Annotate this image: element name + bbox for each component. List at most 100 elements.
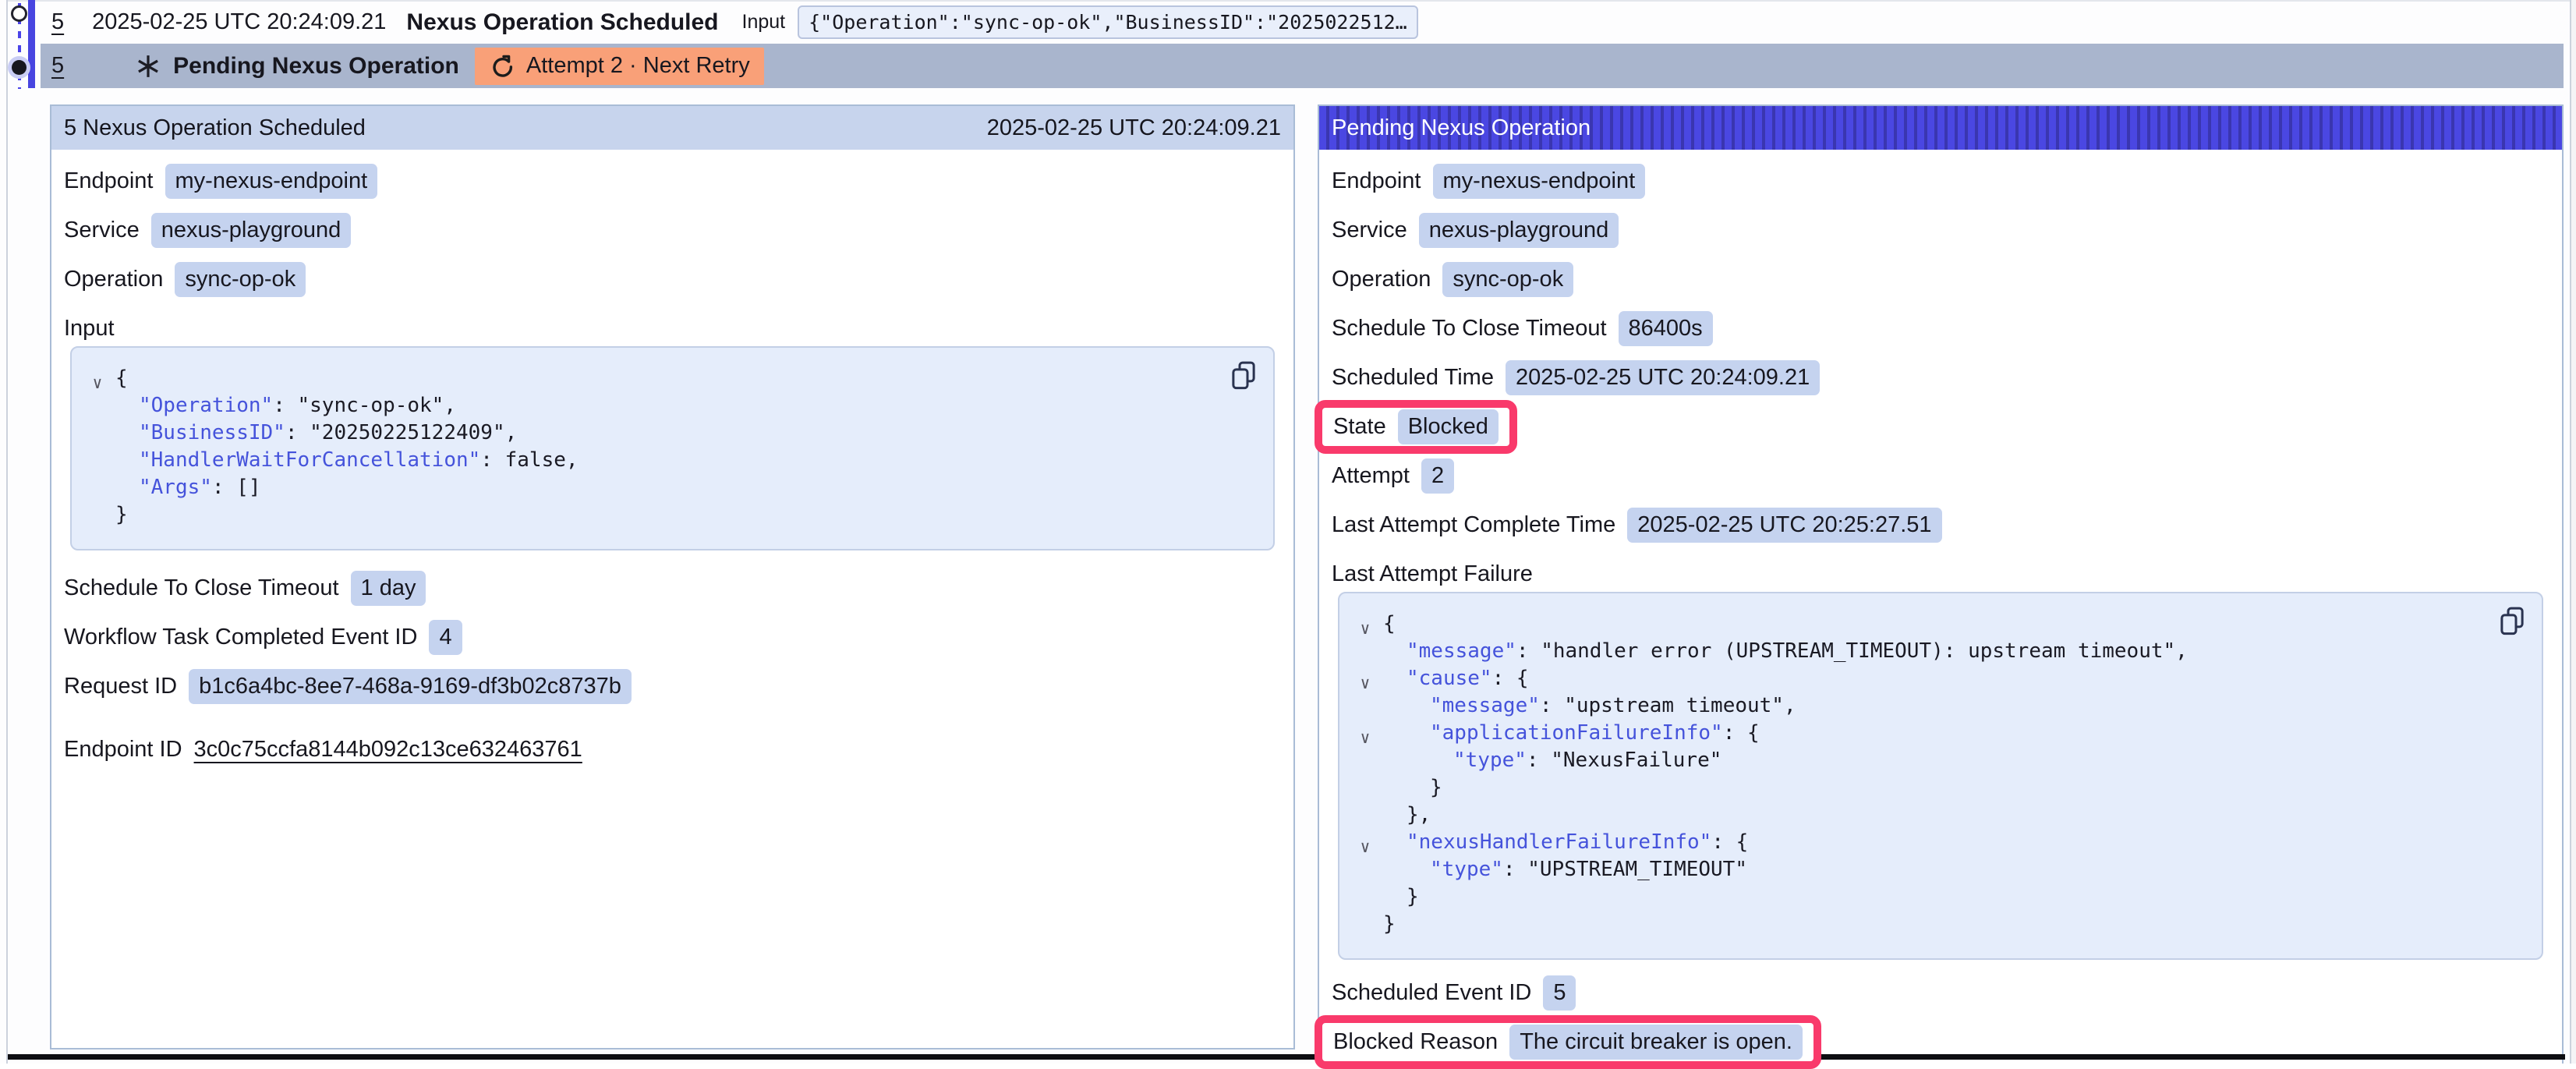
field-value: my-nexus-endpoint	[165, 164, 378, 199]
state-highlight-annotation: State Blocked	[1315, 400, 1517, 454]
event-detail-time: 2025-02-25 UTC 20:24:09.21	[987, 115, 1281, 141]
window-left-border	[6, 0, 8, 1064]
code-line: "message": "upstream timeout",	[1347, 692, 2526, 720]
field-label: Operation	[1332, 267, 1431, 292]
field-operation: Operation sync-op-ok	[64, 262, 1281, 297]
gutter-spacer	[1347, 697, 1383, 724]
field-label: Attempt	[1332, 463, 1410, 489]
collapse-chevron-icon[interactable]: ∨	[1347, 615, 1383, 642]
pending-operation-panel: Pending Nexus Operation Endpoint my-nexu…	[1318, 104, 2564, 1064]
event-row-pending[interactable]: 5 Pending Nexus Operation Attempt 2 · Ne…	[41, 44, 2564, 88]
endpoint-id-link[interactable]: 3c0c75ccfa8144b092c13ce632463761	[194, 737, 582, 763]
field-label: Schedule To Close Timeout	[1332, 316, 1607, 342]
field-request-id: Request ID b1c6a4bc-8ee7-468a-9169-df3b0…	[64, 669, 1281, 704]
code-line: }	[80, 501, 1258, 529]
pending-asterisk-icon	[136, 54, 161, 79]
event-row-scheduled[interactable]: 5 2025-02-25 UTC 20:24:09.21 Nexus Opera…	[41, 2, 2564, 43]
code-line: "message": "handler error (UPSTREAM_TIME…	[1347, 638, 2526, 665]
collapse-chevron-icon[interactable]: ∨	[1347, 670, 1383, 697]
field-endpoint: Endpoint my-nexus-endpoint	[64, 164, 1281, 199]
field-label: Endpoint	[64, 168, 154, 194]
code-line: "Args": []	[80, 474, 1258, 501]
timeline-active-bar	[28, 0, 35, 88]
retry-badge: Attempt 2 · Next Retry	[475, 48, 764, 85]
code-line: ∨"applicationFailureInfo": {	[1347, 720, 2526, 747]
event-id-link[interactable]: 5	[51, 9, 64, 35]
gutter-spacer	[80, 506, 115, 533]
event-detail-panel: 5 Nexus Operation Scheduled 2025-02-25 U…	[50, 104, 1295, 1050]
app-window: 5 2025-02-25 UTC 20:24:09.21 Nexus Opera…	[0, 0, 2576, 1064]
field-state: State Blocked	[1332, 409, 2549, 444]
code-line: }	[1347, 883, 2526, 911]
input-section-label: Input	[64, 316, 1281, 342]
event-id-link[interactable]: 5	[51, 53, 64, 79]
event-detail-header: 5 Nexus Operation Scheduled 2025-02-25 U…	[51, 106, 1293, 150]
timeline-node-open-icon[interactable]	[11, 5, 27, 22]
field-value: my-nexus-endpoint	[1433, 164, 1646, 199]
blocked-reason-highlight-annotation: Blocked Reason The circuit breaker is op…	[1315, 1015, 1821, 1069]
field-scheduled-event-id: Scheduled Event ID 5	[1332, 975, 2549, 1011]
field-last-attempt-complete-time: Last Attempt Complete Time 2025-02-25 UT…	[1332, 508, 2549, 543]
gutter-spacer	[80, 397, 115, 424]
event-input-preview[interactable]: {"Operation":"sync-op-ok","BusinessID":"…	[798, 5, 1418, 39]
field-value: 4	[429, 620, 462, 655]
copy-icon[interactable]	[2498, 606, 2526, 639]
bottom-divider	[8, 1054, 2565, 1060]
field-endpoint-id: Endpoint ID 3c0c75ccfa8144b092c13ce63246…	[64, 732, 1281, 767]
event-title: Nexus Operation Scheduled	[406, 9, 718, 36]
field-value: 1 day	[351, 571, 426, 606]
field-operation: Operation sync-op-ok	[1332, 262, 2549, 297]
gutter-spacer	[1347, 888, 1383, 915]
field-value: nexus-playground	[1419, 213, 1619, 248]
pending-operation-header: Pending Nexus Operation	[1319, 106, 2562, 150]
field-value: 86400s	[1619, 311, 1713, 346]
collapse-chevron-icon[interactable]: ∨	[80, 370, 115, 397]
failure-json-viewer: ∨{"message": "handler error (UPSTREAM_TI…	[1338, 592, 2543, 960]
field-label: Endpoint	[1332, 168, 1421, 194]
code-line: ∨{	[80, 365, 1258, 392]
gutter-spacer	[1347, 752, 1383, 779]
field-schedule-to-close-timeout: Schedule To Close Timeout 86400s	[1332, 311, 2549, 346]
field-label: Scheduled Event ID	[1332, 980, 1531, 1006]
field-value: 2	[1421, 458, 1454, 494]
code-line: ∨{	[1347, 611, 2526, 638]
field-label: Request ID	[64, 674, 177, 699]
failure-section-label: Last Attempt Failure	[1332, 561, 2549, 587]
gutter-spacer	[1347, 861, 1383, 888]
gutter-spacer	[1347, 806, 1383, 834]
field-value: sync-op-ok	[175, 262, 306, 297]
code-line: "type": "UPSTREAM_TIMEOUT"	[1347, 856, 2526, 883]
event-timestamp: 2025-02-25 UTC 20:24:09.21	[92, 9, 386, 35]
code-line: ∨"nexusHandlerFailureInfo": {	[1347, 829, 2526, 856]
pending-operation-title: Pending Nexus Operation	[1332, 115, 1591, 141]
field-service: Service nexus-playground	[1332, 213, 2549, 248]
gutter-spacer	[80, 451, 115, 479]
field-endpoint: Endpoint my-nexus-endpoint	[1332, 164, 2549, 199]
field-label: State	[1333, 414, 1386, 440]
field-label: Endpoint ID	[64, 737, 182, 763]
field-label: Schedule To Close Timeout	[64, 575, 339, 601]
field-label: Scheduled Time	[1332, 365, 1494, 391]
field-value: b1c6a4bc-8ee7-468a-9169-df3b02c8737b	[189, 669, 632, 704]
field-label: Operation	[64, 267, 163, 292]
gutter-spacer	[1347, 779, 1383, 806]
field-value: 5	[1543, 975, 1576, 1011]
code-line: ∨"cause": {	[1347, 665, 2526, 692]
field-workflow-task-completed-event-id: Workflow Task Completed Event ID 4	[64, 620, 1281, 655]
collapse-chevron-icon[interactable]: ∨	[1347, 724, 1383, 752]
field-value: 2025-02-25 UTC 20:24:09.21	[1506, 360, 1820, 395]
field-service: Service nexus-playground	[64, 213, 1281, 248]
blocked-reason-value: The circuit breaker is open.	[1509, 1025, 1803, 1060]
field-label: Workflow Task Completed Event ID	[64, 625, 417, 650]
code-line: }	[1347, 774, 2526, 802]
scrollbar-gutter[interactable]	[2571, 0, 2576, 1064]
timeline-node-selected-icon[interactable]	[12, 60, 27, 75]
field-scheduled-time: Scheduled Time 2025-02-25 UTC 20:24:09.2…	[1332, 360, 2549, 395]
field-attempt: Attempt 2	[1332, 458, 2549, 494]
copy-icon[interactable]	[1230, 360, 1258, 394]
collapse-chevron-icon[interactable]: ∨	[1347, 834, 1383, 861]
field-label: Service	[1332, 218, 1407, 243]
field-label: Service	[64, 218, 140, 243]
field-value: sync-op-ok	[1442, 262, 1573, 297]
gutter-spacer	[1347, 642, 1383, 670]
